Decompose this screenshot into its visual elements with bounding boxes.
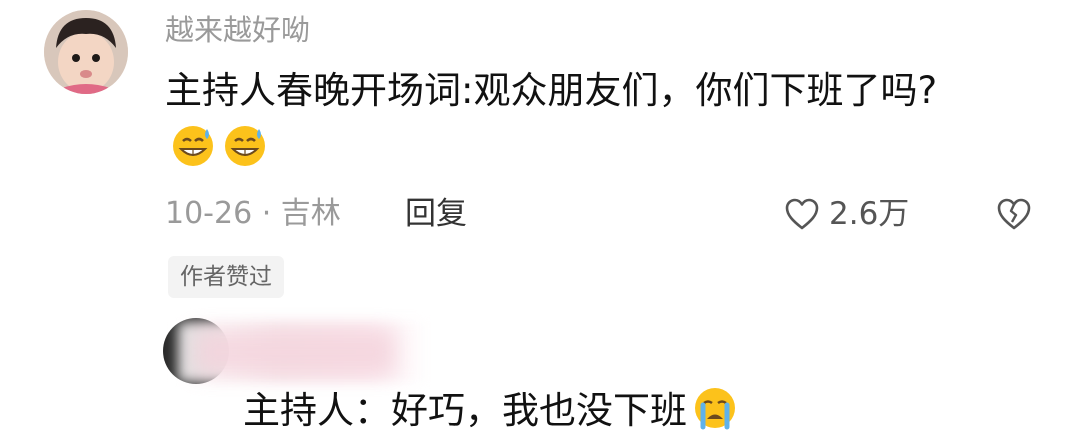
comment-body: 主持人春晚开场词:观众朋友们，你们下班了吗?: [165, 62, 965, 178]
grinning-sweat-emoji: [221, 121, 269, 169]
broken-heart-icon[interactable]: [995, 195, 1033, 233]
avatar-image: [44, 10, 128, 94]
comment-text: 主持人春晚开场词:观众朋友们，你们下班了吗?: [165, 69, 938, 112]
redacted-username-blur-inner: [195, 330, 395, 374]
commenter-avatar[interactable]: [44, 10, 128, 94]
reply-text: 主持人：好巧，我也没下班: [243, 389, 687, 432]
commenter-username[interactable]: 越来越好呦: [165, 10, 310, 50]
author-liked-badge: 作者赞过: [168, 256, 284, 298]
like-count: 2.6万: [829, 196, 910, 232]
crying-face-emoji: [691, 383, 739, 431]
reply-body: 主持人：好巧，我也没下班: [243, 383, 739, 438]
grinning-sweat-emoji: [169, 121, 217, 169]
reply-button[interactable]: 回复: [405, 192, 467, 236]
heart-outline-icon[interactable]: [783, 195, 821, 233]
comment-date-location: 10-26 · 吉林: [165, 196, 341, 231]
